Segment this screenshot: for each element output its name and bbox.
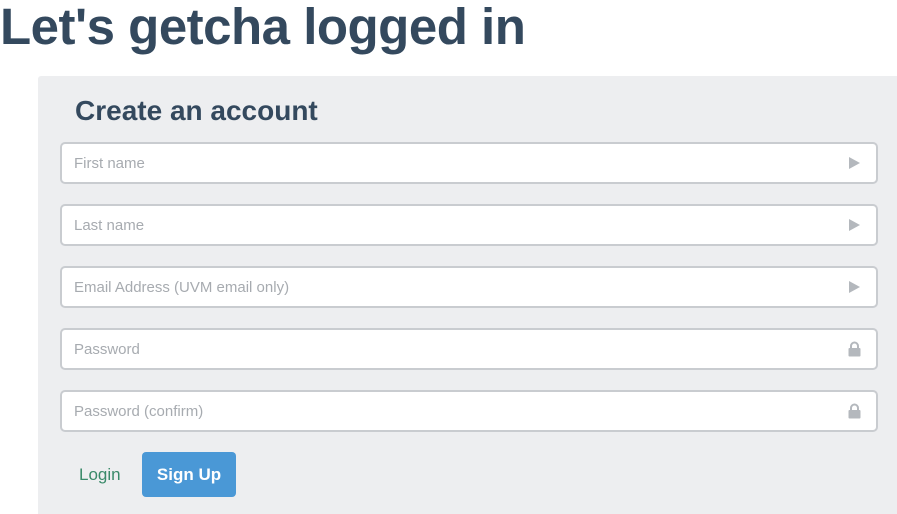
page-title: Let's getcha logged in bbox=[0, 0, 526, 55]
password-input[interactable] bbox=[62, 330, 876, 368]
email-input[interactable] bbox=[62, 268, 876, 306]
play-arrow-icon bbox=[846, 155, 862, 171]
last-name-input[interactable] bbox=[62, 206, 876, 244]
login-link[interactable]: Login bbox=[79, 464, 121, 486]
first-name-input[interactable] bbox=[62, 144, 876, 182]
password-confirm-input[interactable] bbox=[62, 392, 876, 430]
password-confirm-field bbox=[60, 390, 878, 432]
first-name-field bbox=[60, 142, 878, 184]
signup-panel: Create an account First name Last name E… bbox=[38, 76, 897, 514]
lock-icon bbox=[846, 341, 862, 357]
signup-form-title: Create an account bbox=[75, 95, 318, 126]
email-field bbox=[60, 266, 878, 308]
password-field bbox=[60, 328, 878, 370]
last-name-field bbox=[60, 204, 878, 246]
lock-icon bbox=[846, 403, 862, 419]
play-arrow-icon bbox=[846, 217, 862, 233]
play-arrow-icon bbox=[846, 279, 862, 295]
sign-up-button[interactable]: Sign Up bbox=[142, 452, 236, 497]
